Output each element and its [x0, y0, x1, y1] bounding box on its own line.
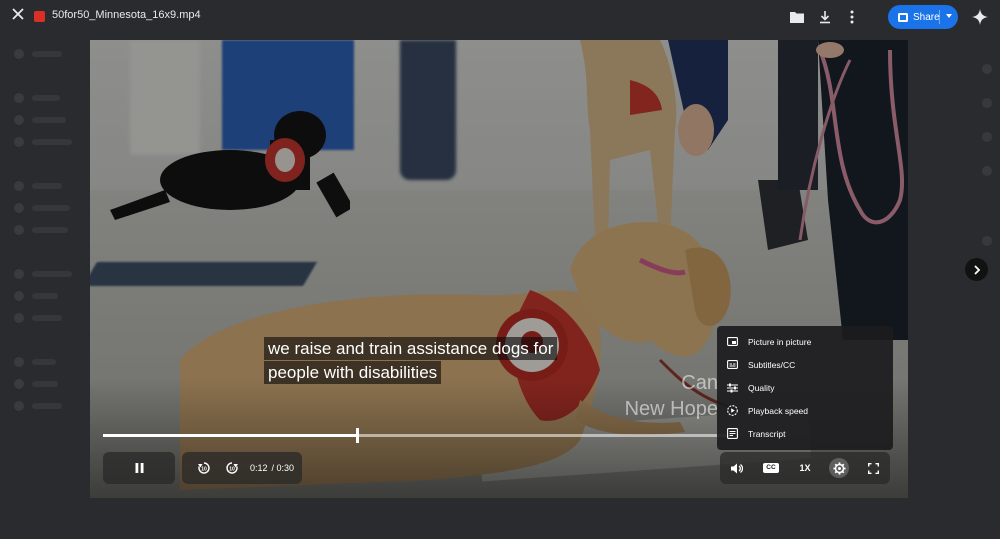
pause-icon [135, 463, 143, 473]
menu-item-transcript[interactable]: Transcript [717, 422, 893, 445]
time-controls: 10 10 0:12 / 0:30 [182, 452, 302, 484]
fullscreen-icon[interactable] [863, 458, 883, 478]
captions-label: CC [763, 463, 779, 473]
caption-line-2: people with disabilities [264, 361, 442, 384]
pause-button[interactable] [103, 452, 175, 484]
captions-button[interactable]: CC [761, 458, 781, 478]
next-file-button[interactable] [965, 258, 988, 281]
current-time: 0:12 [250, 463, 268, 473]
close-icon[interactable] [8, 7, 28, 27]
watermark-line-2: New Hope [624, 398, 718, 420]
watermark-line-1: Can [681, 372, 718, 394]
file-name: 50for50_Minnesota_16x9.mp4 [52, 9, 201, 21]
background-sidebar [0, 40, 90, 520]
caption-line-1: we raise and train assistance dogs for [264, 337, 558, 360]
svg-text:10: 10 [229, 467, 235, 473]
video-player[interactable]: Can New Hope we raise and train assistan… [90, 40, 908, 498]
playback-speed-icon [727, 405, 738, 416]
menu-item-label: Transcript [748, 428, 786, 439]
progress-fill [103, 434, 358, 437]
menu-item-label: Playback speed [748, 405, 809, 416]
picture-in-picture-icon [727, 336, 738, 347]
share-people-icon [898, 12, 908, 22]
video-file-icon [34, 11, 45, 22]
menu-item-label: Quality [748, 382, 775, 393]
share-dropdown-icon[interactable] [946, 14, 952, 18]
progress-bar[interactable] [103, 428, 739, 443]
duration: / 0:30 [271, 463, 295, 473]
volume-icon[interactable] [727, 458, 747, 478]
menu-item-playback-speed[interactable]: Playback speed [717, 399, 893, 422]
right-controls: CC 1X [720, 452, 890, 484]
transcript-icon [727, 428, 738, 439]
more-vert-icon[interactable] [843, 8, 861, 26]
download-icon[interactable] [816, 8, 834, 26]
video-preview-overlay: 50for50_Minnesota_16x9.mp4 Share Can New… [0, 0, 1000, 539]
playback-speed-button[interactable]: 1X [795, 458, 815, 478]
progress-thumb[interactable] [356, 428, 360, 443]
chevron-right-icon [973, 264, 980, 275]
settings-menu: Picture in picture Subtitles/CC Quality … [717, 326, 893, 450]
forward-10-icon[interactable]: 10 [222, 458, 242, 478]
menu-item-subtitles[interactable]: Subtitles/CC [717, 353, 893, 376]
video-caption: we raise and train assistance dogs for p… [264, 337, 558, 385]
settings-gear-icon[interactable] [829, 458, 849, 478]
menu-item-label: Picture in picture [748, 336, 812, 347]
share-button[interactable]: Share [888, 5, 958, 29]
sparkle-icon[interactable] [970, 7, 990, 27]
share-button-label: Share [913, 11, 940, 23]
subtitles-icon [727, 359, 738, 370]
video-watermark: Can New Hope [625, 370, 718, 422]
viewer-topbar: 50for50_Minnesota_16x9.mp4 Share [0, 0, 1000, 34]
folder-icon[interactable] [788, 8, 806, 26]
background-right-rail [908, 40, 1000, 520]
menu-item-picture-in-picture[interactable]: Picture in picture [717, 330, 893, 353]
menu-item-label: Subtitles/CC [748, 359, 796, 370]
menu-item-quality[interactable]: Quality [717, 376, 893, 399]
svg-text:10: 10 [201, 467, 207, 473]
rewind-10-icon[interactable]: 10 [194, 458, 214, 478]
quality-sliders-icon [727, 382, 738, 393]
